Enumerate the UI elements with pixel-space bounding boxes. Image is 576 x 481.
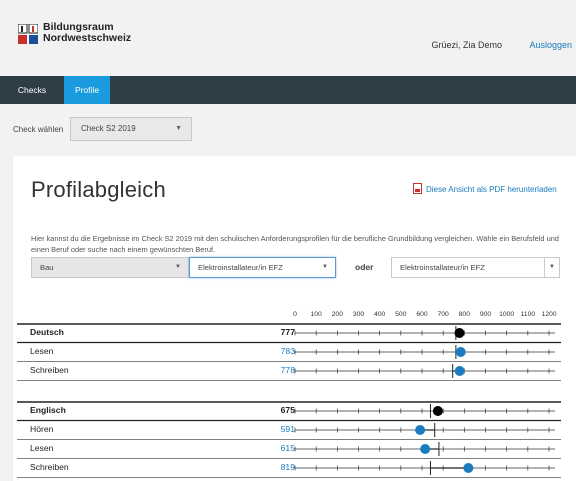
scale-tick-label: 300 (352, 311, 365, 318)
tab-checks[interactable]: Checks (0, 76, 64, 104)
tab-profile[interactable]: Profile (64, 76, 110, 104)
scale-tick-label: 400 (373, 311, 386, 318)
row-score: 778 (280, 365, 295, 375)
score-dot-total (432, 406, 443, 416)
check-select-value: Check S2 2019 (81, 124, 136, 133)
score-dot-total (454, 328, 465, 338)
check-select[interactable]: Check S2 2019 ▼ (70, 117, 192, 141)
score-dot (454, 366, 465, 376)
row-label: Englisch (30, 405, 66, 415)
score-dot (415, 425, 426, 435)
row-label: Schreiben (30, 365, 69, 375)
scale-tick-label: 800 (458, 311, 470, 318)
scale-tick-label: 0 (293, 311, 297, 318)
logo[interactable]: Bildungsraum Nordwestschweiz (18, 22, 148, 52)
main-navigation: Checks Profile (0, 76, 576, 104)
logout-link[interactable]: Ausloggen (529, 40, 572, 50)
row-label: Hören (30, 424, 54, 434)
scale-tick-label: 1100 (520, 311, 536, 318)
row-score: 615 (280, 443, 295, 453)
scale-tick-label: 900 (479, 311, 492, 318)
row-score: 675 (280, 405, 295, 415)
scale-tick-label: 1000 (499, 311, 515, 318)
row-label: Lesen (30, 346, 54, 356)
chevron-down-icon: ▼ (175, 125, 182, 132)
score-dot (420, 444, 431, 454)
row-score: 783 (280, 346, 295, 356)
logo-text: Bildungsraum Nordwestschweiz (43, 22, 131, 44)
scale-tick-label: 600 (416, 311, 428, 318)
scale-tick-label: 1200 (541, 311, 557, 318)
row-score: 591 (280, 424, 295, 434)
check-selector-row: Check wählen Check S2 2019 ▼ (0, 104, 576, 154)
header: Bildungsraum Nordwestschweiz Grüezi, Zia… (0, 0, 576, 76)
scale-tick-label: 700 (437, 311, 449, 318)
row-label: Lesen (30, 443, 54, 453)
row-label: Schreiben (30, 462, 69, 472)
scale-tick-label: 200 (331, 311, 343, 318)
logo-line-2: Nordwestschweiz (43, 32, 132, 44)
scale-tick-label: 500 (395, 311, 407, 318)
scale-tick-label: 100 (310, 311, 322, 318)
user-greeting: Grüezi, Zia Demo (431, 40, 502, 50)
row-score: 819 (280, 462, 295, 472)
check-select-label: Check wählen (13, 125, 64, 134)
row-label: Deutsch (30, 327, 64, 337)
profile-card: Profilabgleich Diese Ansicht als PDF her… (13, 156, 576, 481)
logo-mark-icon (18, 24, 38, 44)
score-dot (463, 463, 474, 473)
score-dot (455, 347, 466, 357)
row-score: 777 (280, 327, 295, 337)
